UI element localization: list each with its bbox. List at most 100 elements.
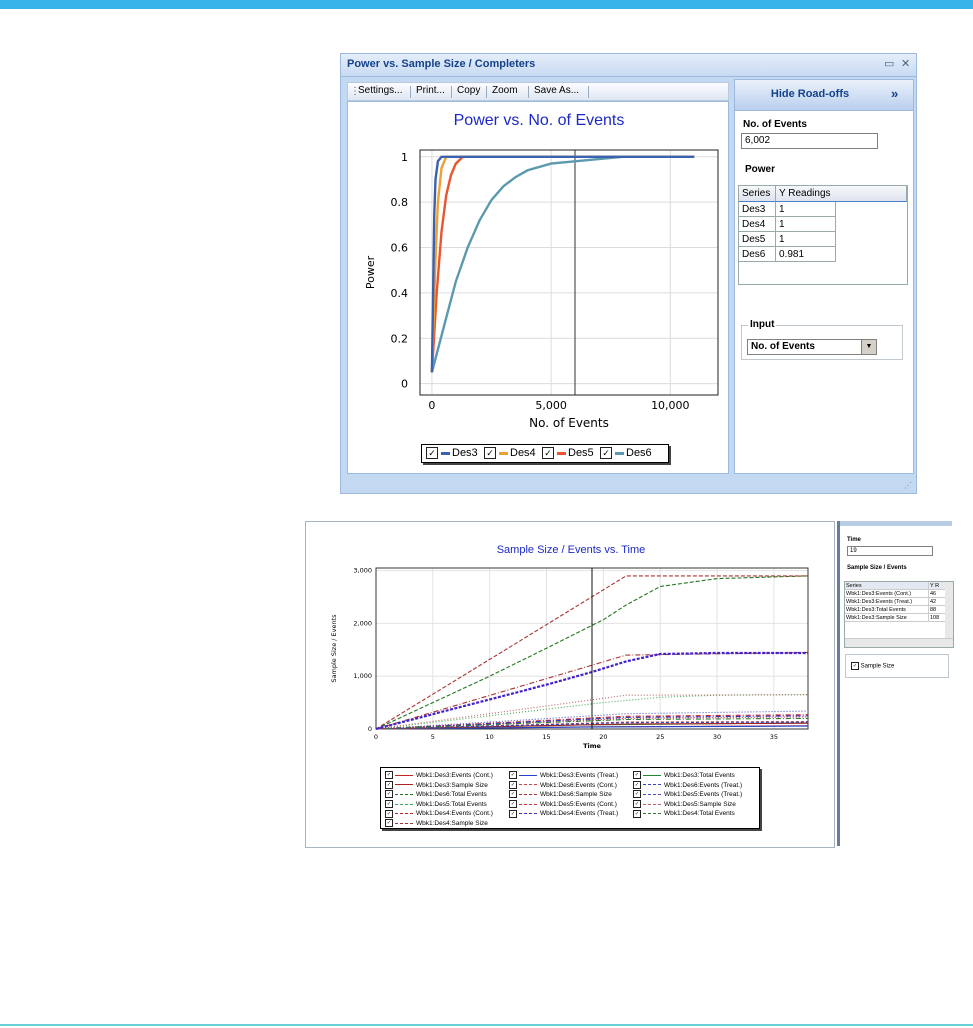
legend-checkbox[interactable]: ✓ [509, 771, 517, 780]
table-header-series[interactable]: Series [845, 582, 929, 590]
legend-checkbox[interactable]: ✓ [633, 800, 641, 809]
legend-checkbox[interactable]: ✓ [633, 809, 641, 818]
legend-item-des5[interactable]: ✓ Des5 [542, 447, 594, 461]
y-tick-label: 0 [368, 725, 372, 733]
restore-icon[interactable]: ▭ [884, 57, 894, 70]
x-tick-label: 5 [431, 733, 435, 741]
legend-swatch [395, 774, 413, 776]
table-row[interactable]: Wbk1:Des3:Sample Size 108 [845, 614, 947, 622]
legend-item[interactable]: ✓ Wbk1:Des3:Sample Size [385, 780, 488, 790]
legend-item-des6[interactable]: ✓ Des6 [600, 447, 652, 461]
series-line-des3 [430, 155, 695, 373]
legend-item[interactable]: ✓ Wbk1:Des6:Events (Cont.) [509, 780, 617, 790]
events-input[interactable]: 6,002 [741, 133, 878, 149]
table-cell-reading[interactable]: 0.981 [776, 247, 836, 262]
save-as-button[interactable]: Save As... [534, 85, 579, 96]
legend-checkbox[interactable]: ✓ [542, 447, 554, 460]
table-cell-reading[interactable]: 1 [776, 217, 836, 232]
x-tick-label: 20 [599, 733, 607, 741]
legend-swatch [519, 774, 537, 776]
legend-checkbox[interactable]: ✓ [385, 819, 393, 828]
legend-checkbox[interactable]: ✓ [509, 800, 517, 809]
legend-swatch [643, 793, 661, 795]
legend-item[interactable]: ✓ Wbk1:Des6:Events (Treat.) [633, 780, 742, 790]
window-title: Power vs. Sample Size / Completers [347, 58, 536, 70]
sample-size-option[interactable]: ✓ Sample Size [851, 662, 894, 670]
legend-checkbox[interactable]: ✓ [633, 780, 641, 789]
legend-item[interactable]: ✓ Wbk1:Des3:Events (Cont.) [385, 771, 493, 780]
legend-checkbox[interactable]: ✓ [509, 780, 517, 789]
legend-checkbox[interactable]: ✓ [426, 447, 438, 460]
time-input[interactable]: 19 [847, 546, 933, 556]
legend-item[interactable]: ✓ Wbk1:Des4:Sample Size [385, 819, 488, 828]
legend-checkbox[interactable]: ✓ [509, 790, 517, 799]
hide-readoffs-button[interactable]: Hide Road-offs » [735, 80, 913, 111]
input-select-value: No. of Events [751, 341, 815, 352]
dropdown-arrow-icon[interactable]: ▼ [861, 340, 876, 354]
readings-table[interactable]: Series Y R Wbk1:Des3:Events (Cont.) 46 Wbk… [844, 581, 954, 648]
table-cell-series[interactable]: Des5 [739, 232, 776, 247]
vertical-scrollbar[interactable] [945, 582, 953, 639]
double-chevron-right-icon: » [891, 86, 899, 101]
input-select[interactable]: No. of Events ▼ [747, 339, 877, 355]
table-row[interactable]: Wbk1:Des3:Events (Cont.) 46 [845, 590, 947, 598]
legend-item[interactable]: ✓ Wbk1:Des5:Sample Size [633, 800, 736, 809]
table-row[interactable]: Wbk1:Des3:Total Events 88 [845, 606, 947, 614]
legend-checkbox[interactable]: ✓ [600, 447, 612, 460]
table-cell-series[interactable]: Des6 [739, 247, 776, 262]
legend-item[interactable]: ✓ Wbk1:Des6:Total Events [385, 790, 487, 799]
legend-checkbox[interactable]: ✓ [385, 800, 393, 809]
sample-size-checkbox[interactable]: ✓ [851, 662, 859, 670]
panel-header-strip[interactable] [840, 521, 952, 526]
legend-label: Des4 [510, 447, 536, 459]
sample-size-group: ✓ Sample Size [845, 654, 949, 678]
table-header-readings[interactable]: Y Readings [776, 186, 907, 202]
resize-grip-icon[interactable]: ⋰ [904, 481, 912, 490]
legend-item[interactable]: ✓ Wbk1:Des4:Events (Cont.) [385, 809, 493, 818]
top-accent-bar [0, 0, 973, 9]
horizontal-scrollbar[interactable] [845, 638, 953, 647]
legend-checkbox[interactable]: ✓ [633, 771, 641, 780]
legend-item[interactable]: ✓ Wbk1:Des6:Sample Size [509, 790, 612, 799]
legend-item[interactable]: ✓ Wbk1:Des5:Events (Cont.) [509, 800, 617, 809]
legend-swatch [395, 793, 413, 795]
settings-button[interactable]: Settings... [358, 85, 402, 96]
copy-button[interactable]: Copy [457, 85, 480, 96]
legend-checkbox[interactable]: ✓ [633, 790, 641, 799]
time-chart[interactable]: 0 5 10 15 20 25 30 35 0 1,000 2,000 3,000 Time Sample… [306, 522, 834, 762]
legend-label: Wbk1:Des5:Events (Treat.) [664, 791, 743, 799]
power-chart[interactable]: 0 5,000 10,000 0 0.2 0.4 0.6 0.8 1 No. of Events P… [348, 102, 728, 442]
legend-swatch [615, 451, 624, 455]
legend-item[interactable]: ✓ Wbk1:Des3:Total Events [633, 771, 735, 780]
table-cell-reading[interactable]: 1 [776, 232, 836, 247]
legend-item-des3[interactable]: ✓ Des3 [426, 447, 478, 461]
legend-item[interactable]: ✓ Wbk1:Des5:Total Events [385, 800, 487, 809]
legend-item[interactable]: ✓ Wbk1:Des3:Events (Treat.) [509, 771, 618, 780]
legend-checkbox[interactable]: ✓ [385, 790, 393, 799]
table-cell-reading[interactable]: 1 [776, 202, 836, 217]
table-row[interactable]: Wbk1:Des3:Events (Treat.) 42 [845, 598, 947, 606]
table-cell-series[interactable]: Des4 [739, 217, 776, 232]
legend-checkbox[interactable]: ✓ [385, 780, 393, 789]
legend-item[interactable]: ✓ Wbk1:Des4:Events (Treat.) [509, 809, 618, 818]
legend-checkbox[interactable]: ✓ [484, 447, 496, 460]
legend-checkbox[interactable]: ✓ [509, 809, 517, 818]
table-header-series[interactable]: Series [739, 186, 776, 202]
print-button[interactable]: Print... [416, 85, 445, 96]
legend-swatch [643, 774, 661, 776]
legend-checkbox[interactable]: ✓ [385, 809, 393, 818]
legend-swatch [643, 813, 661, 815]
time-readoffs-panel: Time 19 Sample Size / Events Series Y R … [837, 521, 955, 846]
legend-item[interactable]: ✓ Wbk1:Des5:Events (Treat.) [633, 790, 742, 799]
legend-item-des4[interactable]: ✓ Des4 [484, 447, 536, 461]
legend-checkbox[interactable]: ✓ [385, 771, 393, 780]
x-tick-label: 10 [486, 733, 494, 741]
window-titlebar: Power vs. Sample Size / Completers ▭ ✕ [341, 54, 916, 77]
legend-item[interactable]: ✓ Wbk1:Des4:Total Events [633, 809, 735, 818]
zoom-button[interactable]: Zoom [492, 85, 518, 96]
close-icon[interactable]: ✕ [901, 57, 910, 70]
table-cell-series[interactable]: Des3 [739, 202, 776, 217]
legend-label: Wbk1:Des4:Sample Size [416, 820, 488, 827]
table-cell-series: Wbk1:Des3:Total Events [845, 606, 929, 614]
readings-table[interactable]: Series Y Readings Des3 1 Des4 1 Des5 1 Des6 0.9… [738, 185, 908, 285]
